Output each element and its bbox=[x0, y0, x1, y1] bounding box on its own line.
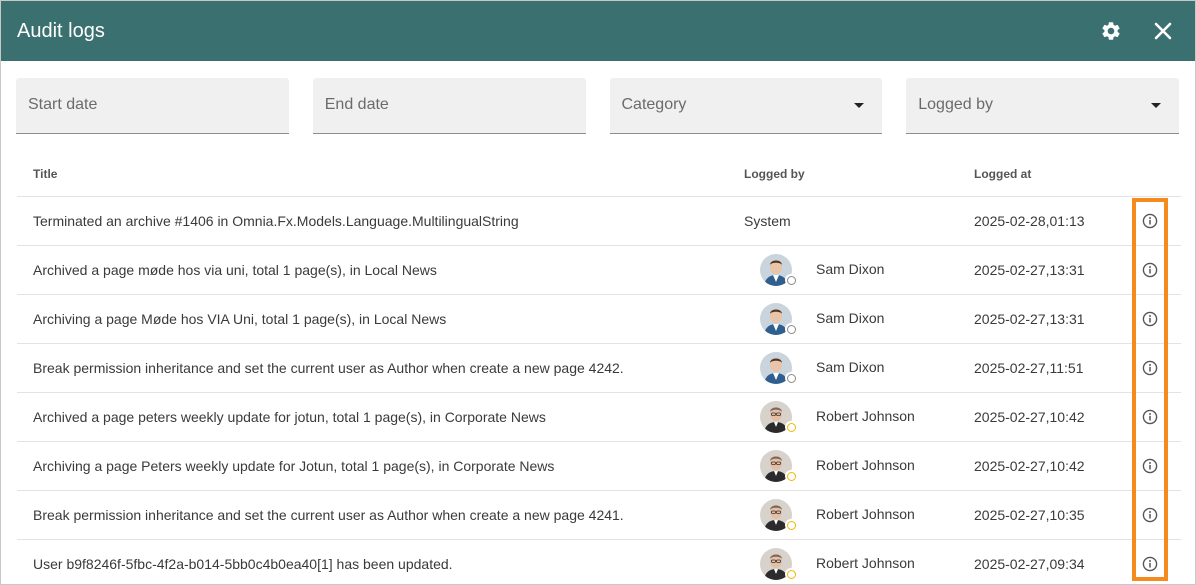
user-name: Robert Johnson bbox=[816, 457, 915, 473]
log-title: User b9f8246f-5fbc-4f2a-b014-5bb0c4b0ea4… bbox=[33, 556, 453, 572]
settings-button[interactable] bbox=[1095, 15, 1127, 47]
info-button[interactable] bbox=[1142, 556, 1158, 572]
user-name: Sam Dixon bbox=[816, 359, 885, 375]
log-title: Terminated an archive #1406 in Omnia.Fx.… bbox=[33, 213, 519, 229]
log-title: Archiving a page Møde hos VIA Uni, total… bbox=[33, 311, 447, 327]
info-icon bbox=[1142, 262, 1158, 278]
log-title: Archiving a page Peters weekly update fo… bbox=[33, 458, 555, 474]
log-timestamp: 2025-02-27,10:35 bbox=[974, 507, 1085, 523]
log-title: Archived a page peters weekly update for… bbox=[33, 409, 546, 425]
info-button[interactable] bbox=[1142, 507, 1158, 523]
user-name: Robert Johnson bbox=[816, 555, 915, 571]
offline-status-icon bbox=[785, 323, 797, 335]
info-button[interactable] bbox=[1142, 409, 1158, 425]
info-button[interactable] bbox=[1142, 262, 1158, 278]
user-chip[interactable]: Robert Johnson bbox=[760, 400, 915, 434]
info-button[interactable] bbox=[1142, 360, 1158, 376]
info-icon bbox=[1142, 360, 1158, 376]
info-button[interactable] bbox=[1142, 311, 1158, 327]
table-row[interactable]: Break permission inheritance and set the… bbox=[17, 491, 1181, 540]
table-row[interactable]: Archived a page møde hos via uni, total … bbox=[17, 246, 1181, 295]
offline-status-icon bbox=[785, 274, 797, 286]
log-timestamp: 2025-02-27,11:51 bbox=[974, 360, 1084, 376]
end-date-placeholder: End date bbox=[324, 96, 389, 113]
log-timestamp: 2025-02-27,13:31 bbox=[974, 311, 1085, 327]
table-row[interactable]: Archived a page peters weekly update for… bbox=[17, 393, 1181, 442]
user-name: Robert Johnson bbox=[816, 408, 915, 424]
start-date-field[interactable]: Start date bbox=[16, 78, 289, 134]
info-button[interactable] bbox=[1142, 458, 1158, 474]
log-title: Break permission inheritance and set the… bbox=[33, 507, 624, 523]
column-header-logged-by: Logged by bbox=[744, 167, 805, 181]
user-chip[interactable]: Robert Johnson bbox=[760, 498, 915, 532]
log-title: Archived a page møde hos via uni, total … bbox=[33, 262, 437, 278]
table-body: Terminated an archive #1406 in Omnia.Fx.… bbox=[17, 197, 1181, 584]
audit-logs-dialog: Audit logs Start date End date Category … bbox=[0, 0, 1196, 585]
user-chip[interactable]: Sam Dixon bbox=[760, 302, 884, 336]
column-header-title: Title bbox=[33, 167, 58, 181]
caret-down-icon bbox=[854, 103, 865, 108]
filter-bar: Start date End date Category Logged by bbox=[1, 61, 1195, 134]
away-status-icon bbox=[785, 421, 797, 433]
category-select[interactable]: Category bbox=[609, 78, 883, 134]
table-row[interactable]: Archiving a page Peters weekly update fo… bbox=[17, 442, 1181, 491]
away-status-icon bbox=[785, 519, 797, 531]
log-timestamp: 2025-02-27,10:42 bbox=[974, 458, 1085, 474]
info-icon bbox=[1142, 213, 1158, 229]
table-row[interactable]: Break permission inheritance and set the… bbox=[17, 344, 1181, 393]
info-icon bbox=[1142, 409, 1158, 425]
away-status-icon bbox=[785, 470, 797, 482]
audit-log-table: Title Logged by Logged at Terminated an … bbox=[17, 148, 1181, 584]
logged-by-select[interactable]: Logged by bbox=[906, 78, 1179, 134]
info-button[interactable] bbox=[1142, 213, 1158, 229]
user-chip[interactable]: Sam Dixon bbox=[760, 351, 884, 385]
offline-status-icon bbox=[785, 372, 797, 384]
info-icon bbox=[1142, 507, 1158, 523]
user-name: Sam Dixon bbox=[816, 261, 885, 277]
table-row[interactable]: User b9f8246f-5fbc-4f2a-b014-5bb0c4b0ea4… bbox=[17, 540, 1181, 584]
log-title: Break permission inheritance and set the… bbox=[33, 360, 624, 376]
away-status-icon bbox=[785, 568, 797, 580]
info-icon bbox=[1142, 556, 1158, 572]
log-timestamp: 2025-02-27,13:31 bbox=[974, 262, 1085, 278]
user-name: Sam Dixon bbox=[816, 310, 885, 326]
user-name: Robert Johnson bbox=[816, 506, 915, 522]
table-header: Title Logged by Logged at bbox=[17, 148, 1181, 197]
logged-by-text: System bbox=[744, 213, 791, 229]
column-header-logged-at: Logged at bbox=[974, 167, 1032, 181]
category-placeholder: Category bbox=[621, 96, 687, 113]
log-timestamp: 2025-02-27,09:34 bbox=[974, 556, 1085, 572]
info-icon bbox=[1142, 311, 1158, 327]
close-icon bbox=[1154, 22, 1172, 40]
user-chip[interactable]: Sam Dixon bbox=[760, 253, 884, 287]
log-timestamp: 2025-02-28,01:13 bbox=[974, 213, 1085, 229]
user-chip[interactable]: Robert Johnson bbox=[760, 449, 915, 483]
dialog-title: Audit logs bbox=[17, 19, 105, 42]
close-button[interactable] bbox=[1147, 15, 1179, 47]
caret-down-icon bbox=[1151, 103, 1161, 108]
table-row[interactable]: Archiving a page Møde hos VIA Uni, total… bbox=[17, 295, 1181, 344]
info-icon bbox=[1142, 458, 1158, 474]
logged-by-placeholder: Logged by bbox=[918, 96, 993, 113]
table-row[interactable]: Terminated an archive #1406 in Omnia.Fx.… bbox=[17, 197, 1181, 246]
gear-icon bbox=[1102, 22, 1120, 40]
log-timestamp: 2025-02-27,10:42 bbox=[974, 409, 1085, 425]
start-date-placeholder: Start date bbox=[28, 96, 98, 113]
user-chip[interactable]: Robert Johnson bbox=[760, 547, 915, 581]
end-date-field[interactable]: End date bbox=[312, 78, 586, 134]
dialog-header: Audit logs bbox=[1, 1, 1195, 61]
